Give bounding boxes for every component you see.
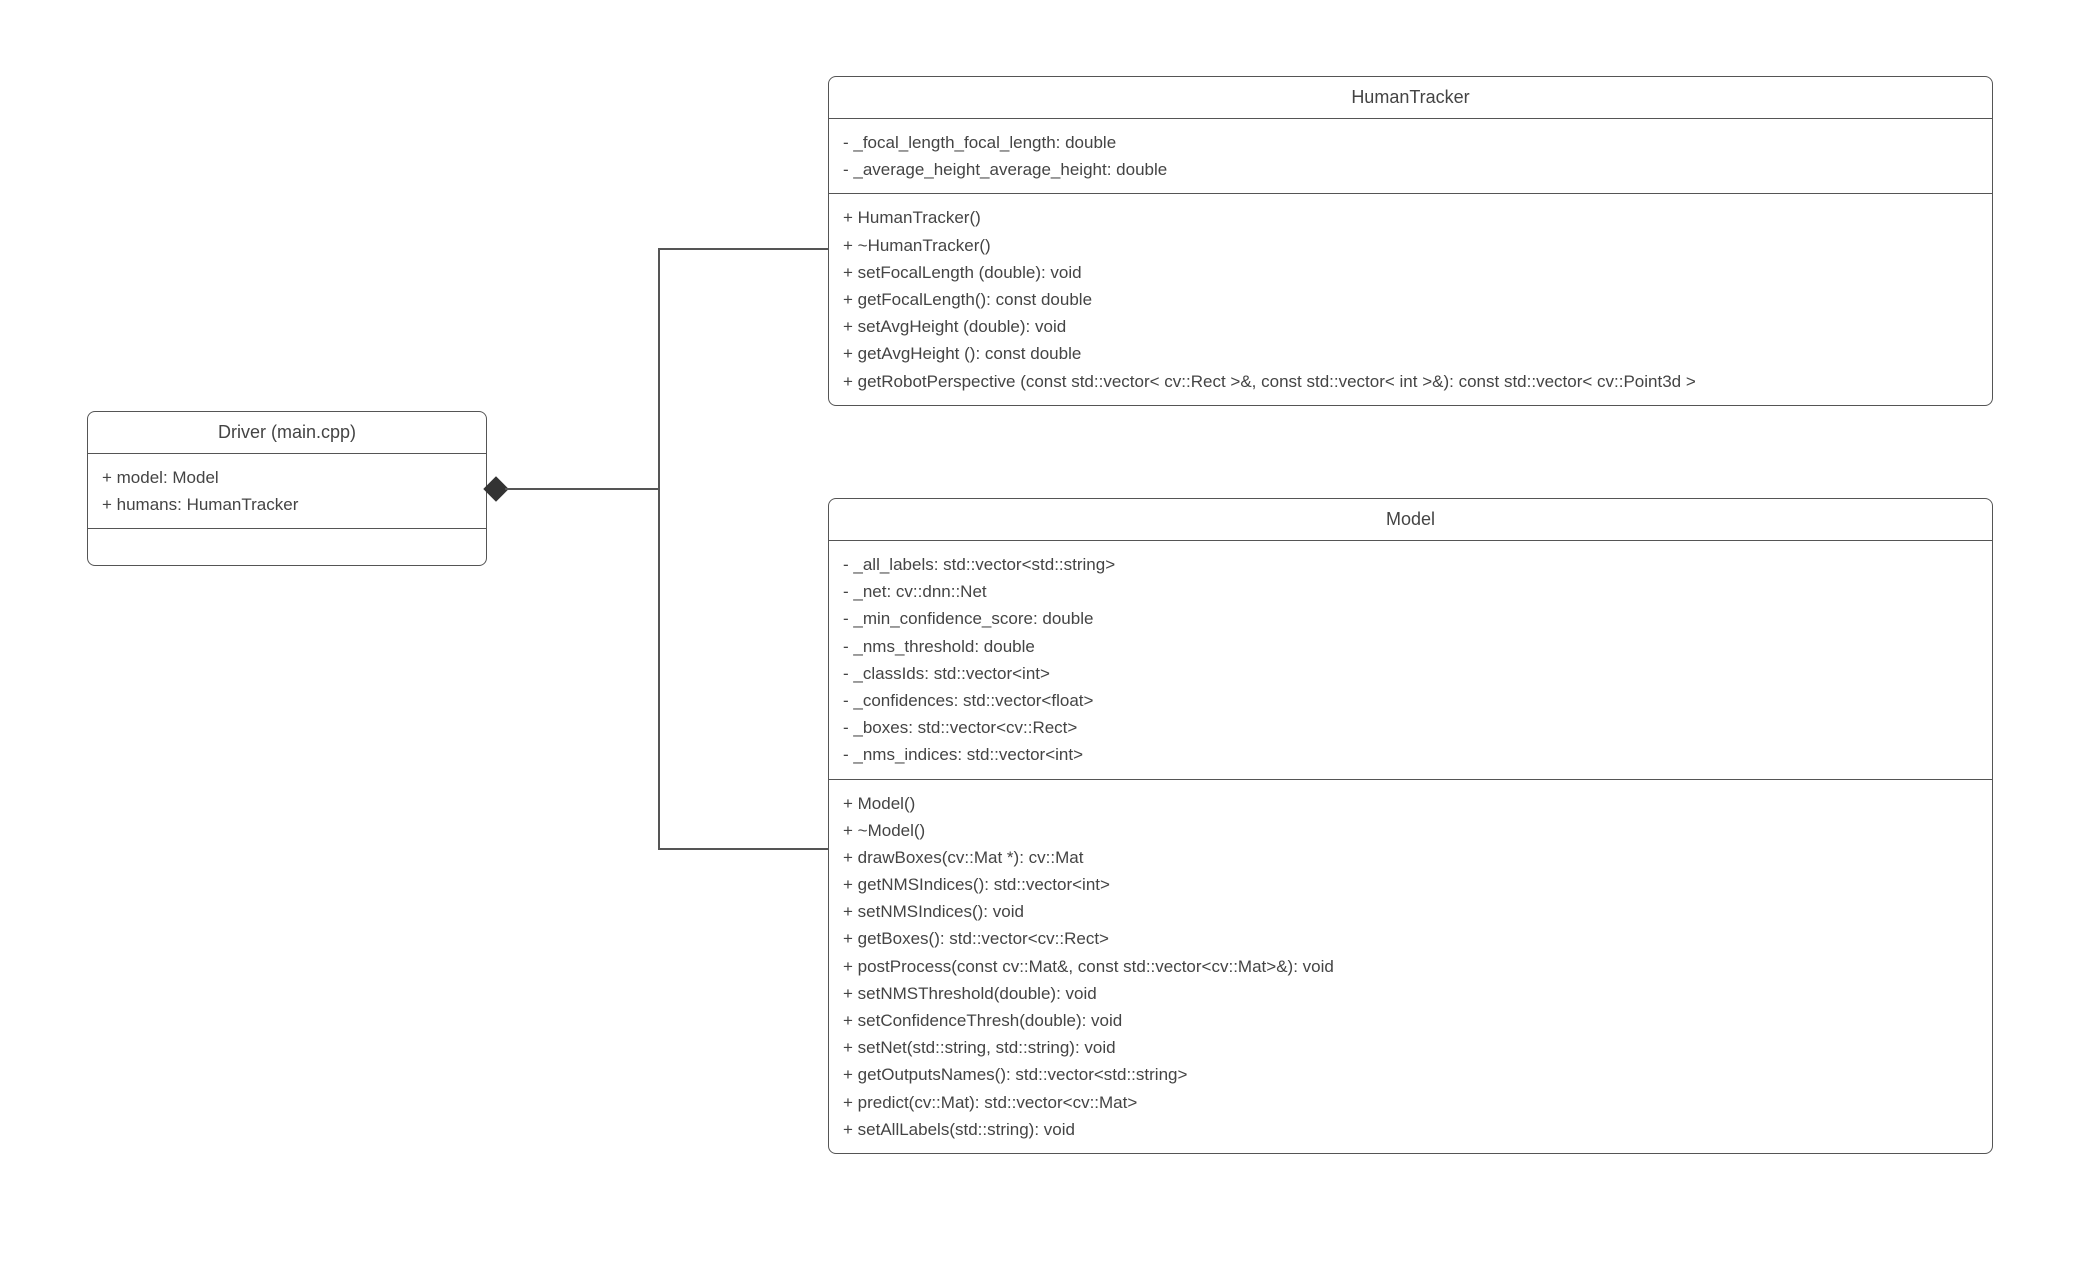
method-line: + setAllLabels(std::string): void — [843, 1116, 1978, 1143]
method-line: + setConfidenceThresh(double): void — [843, 1007, 1978, 1034]
attribute-line: - _min_confidence_score: double — [843, 605, 1978, 632]
class-model: Model - _all_labels: std::vector<std::st… — [828, 498, 1993, 1154]
attribute-line: - _net: cv::dnn::Net — [843, 578, 1978, 605]
method-line: + getFocalLength(): const double — [843, 286, 1978, 313]
method-line: + setFocalLength (double): void — [843, 259, 1978, 286]
method-line: + getOutputsNames(): std::vector<std::st… — [843, 1061, 1978, 1088]
class-humantracker: HumanTracker - _focal_length_focal_lengt… — [828, 76, 1993, 406]
class-methods-humantracker: + HumanTracker() + ~HumanTracker() + set… — [829, 194, 1992, 404]
method-line: + Model() — [843, 790, 1978, 817]
attribute-line: - _confidences: std::vector<float> — [843, 687, 1978, 714]
class-methods-model: + Model() + ~Model() + drawBoxes(cv::Mat… — [829, 780, 1992, 1153]
attribute-line: - _all_labels: std::vector<std::string> — [843, 551, 1978, 578]
class-driver: Driver (main.cpp) + model: Model + human… — [87, 411, 487, 566]
attribute-line: - _classIds: std::vector<int> — [843, 660, 1978, 687]
method-line: + ~Model() — [843, 817, 1978, 844]
method-line: + setAvgHeight (double): void — [843, 313, 1978, 340]
class-attributes-model: - _all_labels: std::vector<std::string> … — [829, 541, 1992, 780]
class-attributes-driver: + model: Model + humans: HumanTracker — [88, 454, 486, 529]
attribute-line: + humans: HumanTracker — [102, 491, 472, 518]
method-line: + drawBoxes(cv::Mat *): cv::Mat — [843, 844, 1978, 871]
method-line: + ~HumanTracker() — [843, 232, 1978, 259]
method-line: + setNMSIndices(): void — [843, 898, 1978, 925]
class-title-humantracker: HumanTracker — [829, 77, 1992, 119]
method-line: + HumanTracker() — [843, 204, 1978, 231]
class-methods-driver — [88, 529, 486, 565]
attribute-line: - _boxes: std::vector<cv::Rect> — [843, 714, 1978, 741]
attribute-line: + model: Model — [102, 464, 472, 491]
method-line: + setNMSThreshold(double): void — [843, 980, 1978, 1007]
method-line: + setNet(std::string, std::string): void — [843, 1034, 1978, 1061]
method-line: + getRobotPerspective (const std::vector… — [843, 368, 1978, 395]
method-line: + getAvgHeight (): const double — [843, 340, 1978, 367]
method-line: + getBoxes(): std::vector<cv::Rect> — [843, 925, 1978, 952]
connector-line — [658, 248, 828, 250]
attribute-line: - _average_height_average_height: double — [843, 156, 1978, 183]
attribute-line: - _focal_length_focal_length: double — [843, 129, 1978, 156]
connector-line — [658, 848, 828, 850]
attribute-line: - _nms_indices: std::vector<int> — [843, 741, 1978, 768]
connector-line — [658, 248, 660, 850]
class-title-model: Model — [829, 499, 1992, 541]
method-line: + postProcess(const cv::Mat&, const std:… — [843, 953, 1978, 980]
method-line: + getNMSIndices(): std::vector<int> — [843, 871, 1978, 898]
attribute-line: - _nms_threshold: double — [843, 633, 1978, 660]
connector-line — [505, 488, 660, 490]
class-attributes-humantracker: - _focal_length_focal_length: double - _… — [829, 119, 1992, 194]
method-line: + predict(cv::Mat): std::vector<cv::Mat> — [843, 1089, 1978, 1116]
class-title-driver: Driver (main.cpp) — [88, 412, 486, 454]
